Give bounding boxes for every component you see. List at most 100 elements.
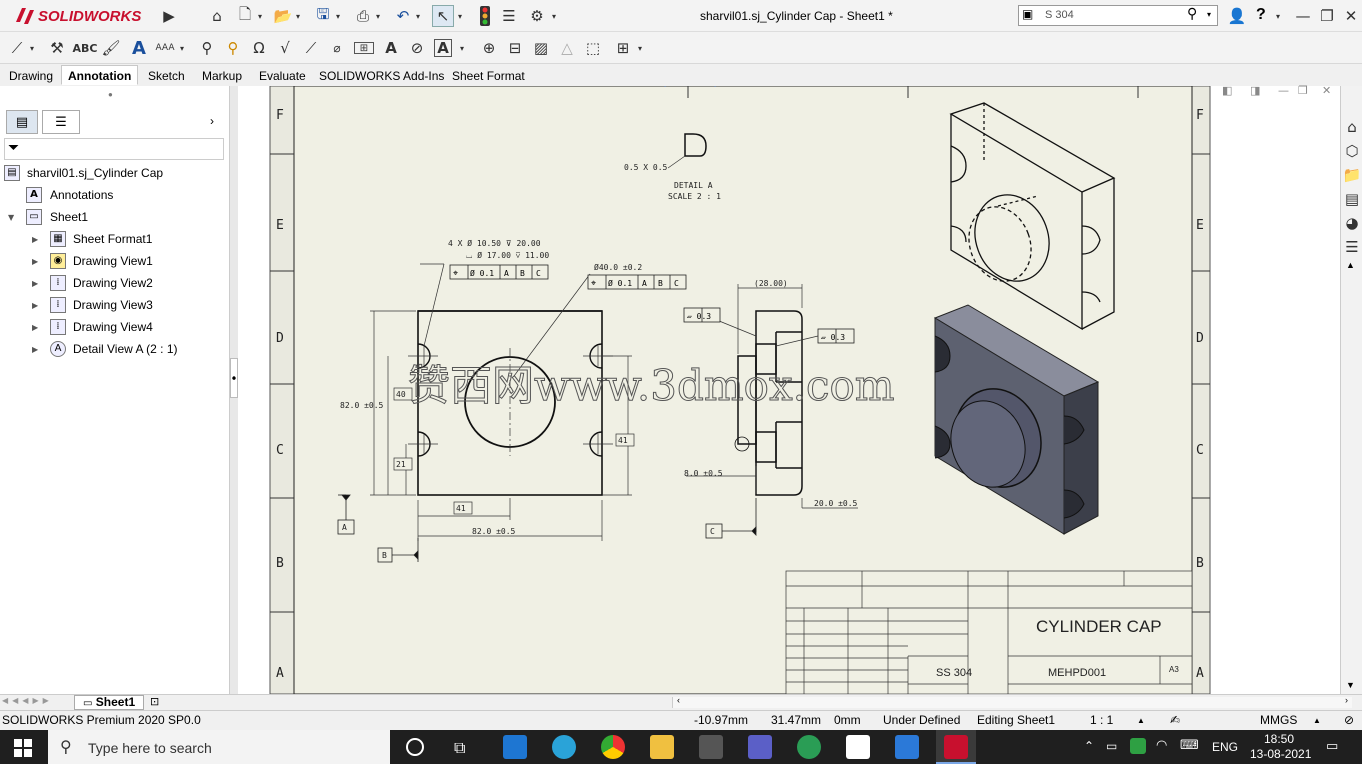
tab-addins[interactable]: SOLIDWORKS Add-Ins — [312, 65, 451, 85]
expand-menu-icon[interactable]: ▶ — [158, 5, 180, 27]
scroll-up-arrow-icon[interactable]: ▲ — [1346, 260, 1355, 270]
side-dim-20[interactable]: 20.0 ±0.5 — [814, 499, 858, 508]
notifications-icon[interactable]: ▭ — [1326, 739, 1338, 754]
add-sheet-icon[interactable]: ⊡ — [150, 695, 159, 708]
rotate-icon[interactable]: ↻ — [762, 73, 770, 89]
show-hidden-icons[interactable]: ⌃ — [1084, 739, 1094, 753]
task-view-icon[interactable]: ⧉ — [454, 738, 465, 758]
minimize-icon[interactable]: — — [1292, 5, 1314, 27]
home-icon[interactable]: ⌂ — [206, 5, 228, 27]
diameter-callout[interactable]: Ø40.0 ±0.2 — [594, 262, 642, 272]
search-icon[interactable]: ⚲ — [1187, 6, 1197, 22]
tables-icon[interactable]: ⊞ — [612, 37, 634, 59]
undo-icon[interactable]: ↶ — [392, 5, 414, 27]
tab-sketch[interactable]: Sketch — [141, 65, 192, 85]
options-gear-icon[interactable]: ⚙ — [526, 5, 548, 27]
linear-note-pattern-icon[interactable]: AAA — [154, 37, 176, 59]
zoom-in-out-icon[interactable]: ⚲ — [710, 73, 720, 89]
pan-icon[interactable]: ✥ — [736, 73, 745, 89]
ref-dim-40[interactable]: 40 — [396, 390, 406, 399]
view-close-icon[interactable]: ✕ — [1322, 84, 1331, 97]
print-icon[interactable]: ⎙ — [352, 5, 374, 27]
datum-b[interactable]: B — [382, 551, 387, 560]
status-units[interactable]: MMGS — [1260, 713, 1297, 727]
view-orientation-icon[interactable]: ◫ — [816, 73, 825, 89]
surface-finish-icon[interactable]: √ — [274, 37, 296, 59]
tree-tabs-expand-icon[interactable]: › — [210, 114, 214, 128]
flatness-callout-right[interactable]: ▱ 0.3 — [817, 328, 855, 344]
view-minimize-icon[interactable]: — — [1278, 84, 1289, 97]
tree-item-sheet-format[interactable]: ▦ Sheet Format1 — [50, 229, 152, 249]
drawing-canvas[interactable]: F E D C B A F E D C B A 6 4 3 2 1 ⚲ ⊡ ⚲ … — [238, 73, 1340, 695]
balloon-icon[interactable]: ⚲ — [196, 37, 218, 59]
format-painter-icon[interactable]: 🖌 — [100, 37, 122, 59]
hole-callout-icon[interactable]: ⌀ — [326, 37, 348, 59]
file-explorer-icon[interactable]: 📁 — [1341, 164, 1362, 186]
width-dimension[interactable]: 82.0 ±0.5 — [472, 527, 516, 536]
solidworks-logo[interactable]: SOLIDWORKS — [14, 4, 141, 28]
geometric-tolerance-icon[interactable]: ⊞ — [354, 42, 374, 54]
help-button[interactable]: ? — [1256, 6, 1266, 24]
tree-tab-feature-manager[interactable]: ▤ — [6, 110, 38, 134]
tile-right-icon[interactable]: ◨ — [1250, 84, 1260, 97]
fcf-boss-position[interactable]: ⌖ Ø 0.1 A B C — [587, 274, 687, 290]
status-sheet-scale[interactable]: 1 : 1 — [1090, 713, 1113, 727]
zoom-to-area-icon[interactable]: ⊡ — [684, 73, 693, 89]
clock-date[interactable]: 13-08-2021 — [1250, 747, 1311, 761]
store-app-icon[interactable] — [846, 735, 870, 759]
tab-annotation[interactable]: Annotation — [61, 65, 139, 85]
center-mark-icon[interactable]: ⊕ — [478, 37, 500, 59]
scale-dropdown-icon[interactable]: ▲ — [1137, 716, 1145, 725]
flatness-callout-left[interactable]: ▱ 0.3 — [683, 307, 721, 323]
units-dropdown-icon[interactable]: ▲ — [1313, 716, 1321, 725]
display-style-icon[interactable]: ◐ — [858, 73, 867, 89]
horizontal-scrollbar[interactable]: ‹ › — [672, 695, 1352, 708]
close-icon[interactable]: ✕ — [1340, 5, 1362, 27]
quick-tips-icon[interactable]: ⊘ — [1344, 713, 1354, 727]
tab-evaluate[interactable]: Evaluate — [252, 65, 313, 85]
hide-show-icon[interactable]: ◍ — [898, 73, 907, 89]
model-items-icon[interactable]: ⚒ — [46, 37, 68, 59]
spell-checker-icon[interactable]: ABC — [73, 37, 98, 59]
user-account-icon[interactable]: 👤 — [1226, 5, 1248, 27]
smart-dimension-icon[interactable]: ⟋ — [6, 37, 28, 59]
solidworks-taskbar-icon[interactable] — [936, 730, 976, 764]
keyboard-icon[interactable]: ⌨ — [1180, 738, 1199, 753]
file-explorer-app-icon[interactable] — [650, 735, 674, 759]
tree-item-sheet1[interactable]: ▭ Sheet1 — [26, 207, 88, 227]
open-folder-icon[interactable]: 📂 — [272, 5, 294, 27]
datum-a[interactable]: A — [342, 523, 347, 532]
design-library-icon[interactable]: ⬡ — [1341, 140, 1362, 162]
chrome-browser-icon[interactable] — [601, 735, 625, 759]
calculator-app-icon[interactable] — [699, 735, 723, 759]
tab-drawing[interactable]: Drawing — [2, 65, 60, 85]
detail-chamfer-dim[interactable]: 0.5 X 0.5 — [624, 163, 668, 172]
tree-item-detail-view[interactable]: A Detail View A (2 : 1) — [50, 339, 178, 359]
rebuild-status-icon[interactable]: ✍ — [1170, 713, 1180, 727]
datum-c[interactable]: C — [710, 527, 715, 536]
clock-time[interactable]: 18:50 — [1264, 732, 1294, 746]
revision-cloud-icon[interactable]: ⬚ — [582, 37, 604, 59]
ref-dim-21[interactable]: 21 — [396, 460, 406, 469]
weld-symbol-icon[interactable]: ⟋ — [300, 37, 322, 59]
datum-feature-icon[interactable]: A — [380, 37, 402, 59]
fcf-hole-position[interactable]: ⌖ Ø 0.1 A B C — [449, 264, 549, 280]
restore-icon[interactable]: ❐ — [1316, 5, 1338, 27]
centerline-icon[interactable]: ⊟ — [504, 37, 526, 59]
tree-item-drawing-view3[interactable]: ⁞ Drawing View3 — [50, 295, 153, 315]
drawing-sheet[interactable]: F E D C B A F E D C B A 6 4 3 2 1 ⚲ ⊡ ⚲ … — [238, 73, 1340, 695]
taskbar-search-box[interactable]: ⚲ Type here to search — [48, 730, 390, 764]
hole-callout-line1[interactable]: 4 X Ø 10.50 ⊽ 20.00 — [448, 238, 541, 248]
cortana-icon[interactable] — [406, 738, 424, 756]
battery-icon[interactable]: ▭ — [1106, 739, 1117, 753]
tree-item-annotations[interactable]: A Annotations — [26, 185, 113, 205]
tab-sheet-format[interactable]: Sheet Format — [445, 65, 532, 85]
appearances-icon[interactable]: ◕ — [1341, 212, 1362, 234]
input-language[interactable]: ENG — [1212, 740, 1238, 754]
qlik-tray-icon[interactable] — [1130, 738, 1146, 754]
filter-box[interactable]: ⏷ — [4, 138, 224, 160]
sheet-nav-arrows[interactable]: ◀◀◀▶▶ — [2, 696, 53, 705]
side-ref-dimension[interactable]: (28.00) — [754, 279, 788, 288]
magnetic-line-icon[interactable]: Ω — [248, 37, 270, 59]
view-settings-icon[interactable]: ⚙ — [788, 73, 797, 89]
